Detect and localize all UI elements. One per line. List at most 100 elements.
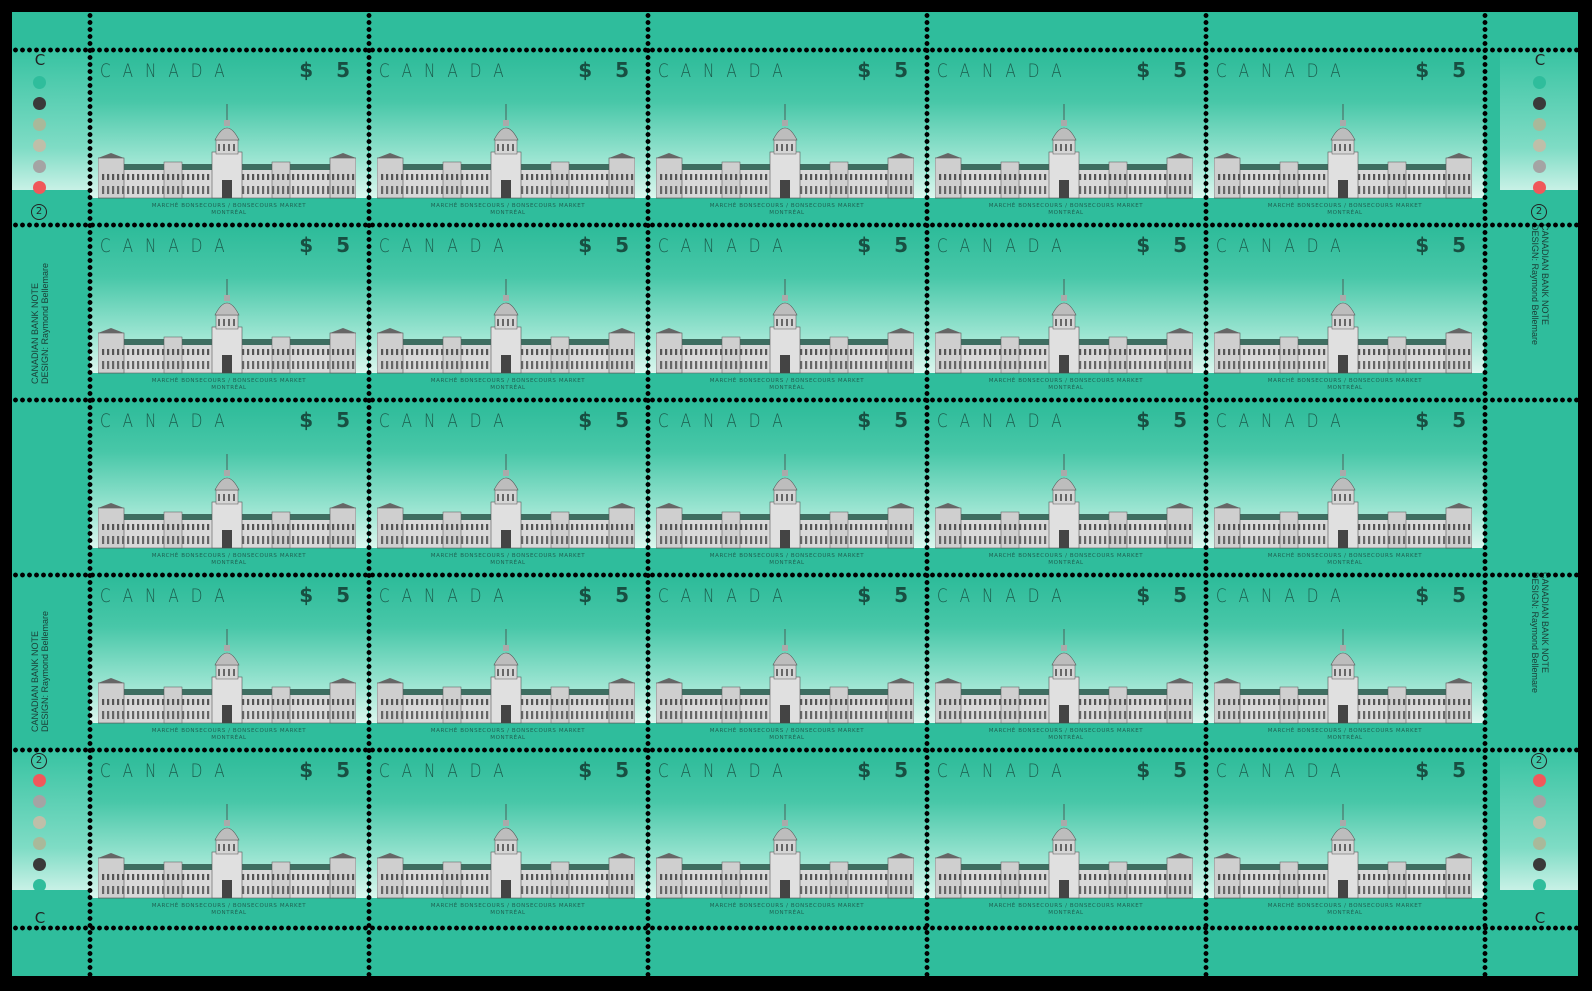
stamp: CANADA $ 5 MARCHÉ BONSECOURS / BONSECOUR… (90, 400, 368, 578)
perforation-vertical (924, 12, 930, 976)
color-register-dot (1533, 858, 1546, 871)
stamp-building (1213, 104, 1473, 200)
stamp-caption-city: MONTRÉAL (769, 735, 805, 741)
stamp-country: CANADA (658, 760, 795, 782)
stamp-country: CANADA (937, 585, 1074, 607)
stamp-caption-city: MONTRÉAL (769, 910, 805, 916)
stamp-caption-title: MARCHÉ BONSECOURS / BONSECOURS MARKET (151, 203, 307, 209)
stamp-caption-title: MARCHÉ BONSECOURS / BONSECOURS MARKET (988, 903, 1144, 909)
sheet-margin-top (12, 12, 1578, 50)
stamp: CANADA $ 5 MARCHÉ BONSECOURS / BONSECOUR… (927, 575, 1205, 753)
stamp-caption-city: MONTRÉAL (490, 560, 526, 566)
stamp-denomination: $ 5 (1415, 233, 1474, 257)
stamp-denomination: $ 5 (1136, 583, 1195, 607)
printer-imprint-left-upper: CANADIAN BANK NOTE DESIGN: Raymond Belle… (30, 224, 50, 384)
stamp: CANADA $ 5 MARCHÉ BONSECOURS / BONSECOUR… (648, 225, 926, 403)
perforation-vertical (87, 12, 93, 976)
stamp-country: CANADA (1216, 235, 1353, 257)
stamp-caption-city: MONTRÉAL (211, 385, 247, 391)
stamp-caption-title: MARCHÉ BONSECOURS / BONSECOURS MARKET (709, 728, 865, 734)
stamp-caption-city: MONTRÉAL (211, 735, 247, 741)
stamp-denomination: $ 5 (578, 758, 637, 782)
stamp-caption-city: MONTRÉAL (1327, 910, 1363, 916)
stamp-building (934, 279, 1194, 375)
perforation-vertical (645, 12, 651, 976)
stamp-caption-title: MARCHÉ BONSECOURS / BONSECOURS MARKET (151, 378, 307, 384)
color-register-dot (1533, 76, 1546, 89)
perforation-horizontal (12, 572, 1578, 578)
printer-imprint-right-lower: CANADIAN BANK NOTE DESIGN: Raymond Belle… (1530, 572, 1550, 732)
stamp-denomination: $ 5 (578, 408, 637, 432)
designer-name: DESIGN: Raymond Bellemare (1530, 224, 1540, 346)
stamp: CANADA $ 5 MARCHÉ BONSECOURS / BONSECOUR… (369, 225, 647, 403)
stamp-caption-title: MARCHÉ BONSECOURS / BONSECOURS MARKET (430, 203, 586, 209)
color-register-dot (33, 879, 46, 892)
printer-name: CANADIAN BANK NOTE (1540, 572, 1550, 674)
color-register-dot (33, 139, 46, 152)
stamp: CANADA $ 5 MARCHÉ BONSECOURS / BONSECOUR… (1206, 400, 1484, 578)
stamp-building (934, 104, 1194, 200)
color-register-dot (1533, 795, 1546, 808)
plate-number-bottom-right: 2 (1531, 753, 1547, 769)
margin-band-bottom-left (12, 750, 90, 890)
stamp-caption-title: MARCHÉ BONSECOURS / BONSECOURS MARKET (151, 553, 307, 559)
stamp-country: CANADA (937, 235, 1074, 257)
bonsecours-market-illustration (655, 279, 915, 374)
stamp-denomination: $ 5 (857, 233, 916, 257)
stamp-building (376, 104, 636, 200)
stamp-caption-title: MARCHÉ BONSECOURS / BONSECOURS MARKET (988, 203, 1144, 209)
color-register-bottom-left: C (30, 752, 50, 932)
stamp-caption-city: MONTRÉAL (1327, 385, 1363, 391)
stamp-denomination: $ 5 (299, 408, 358, 432)
stamp-country: CANADA (379, 585, 516, 607)
stamp-denomination: $ 5 (857, 58, 916, 82)
color-register-dot (1533, 118, 1546, 131)
stamp-country: CANADA (379, 60, 516, 82)
stamp-building (376, 279, 636, 375)
stamp-building (655, 629, 915, 725)
stamp-caption-title: MARCHÉ BONSECOURS / BONSECOURS MARKET (709, 553, 865, 559)
stamp-denomination: $ 5 (1136, 408, 1195, 432)
stamp-caption-title: MARCHÉ BONSECOURS / BONSECOURS MARKET (1267, 378, 1423, 384)
bonsecours-market-illustration (97, 629, 357, 724)
stamp-country: CANADA (937, 760, 1074, 782)
stamp-country: CANADA (379, 760, 516, 782)
stamp-caption-city: MONTRÉAL (490, 385, 526, 391)
stamp-building (1213, 279, 1473, 375)
perforation-horizontal (12, 747, 1578, 753)
bonsecours-market-illustration (934, 104, 1194, 199)
designer-name: DESIGN: Raymond Bellemare (1530, 572, 1540, 694)
stamp-building (655, 279, 915, 375)
stamp-building (934, 629, 1194, 725)
stamp: CANADA $ 5 MARCHÉ BONSECOURS / BONSECOUR… (1206, 225, 1484, 403)
stamp-denomination: $ 5 (857, 583, 916, 607)
color-register-dot (1533, 97, 1546, 110)
stamp-sheet: CANADA $ 5 MARCHÉ BONSECOURS / BONSECOUR… (12, 12, 1578, 976)
bonsecours-market-illustration (376, 104, 636, 199)
stamp-building (934, 804, 1194, 900)
color-register-dot (33, 181, 46, 194)
perforation-horizontal (12, 222, 1578, 228)
color-register-dot (1533, 879, 1546, 892)
bonsecours-market-illustration (97, 454, 357, 549)
stamp-building (376, 454, 636, 550)
printer-name: CANADIAN BANK NOTE (1540, 224, 1550, 326)
stamp-caption-city: MONTRÉAL (1048, 210, 1084, 216)
stamp-denomination: $ 5 (857, 408, 916, 432)
stamp-building (97, 804, 357, 900)
color-register-dot (33, 858, 46, 871)
stamp: CANADA $ 5 MARCHÉ BONSECOURS / BONSECOUR… (927, 400, 1205, 578)
bonsecours-market-illustration (655, 104, 915, 199)
bonsecours-market-illustration (97, 279, 357, 374)
stamp-denomination: $ 5 (299, 58, 358, 82)
stamp-building (97, 629, 357, 725)
color-register-dot (1533, 816, 1546, 829)
stamp-country: CANADA (937, 410, 1074, 432)
stamp-caption-title: MARCHÉ BONSECOURS / BONSECOURS MARKET (1267, 203, 1423, 209)
stamp: CANADA $ 5 MARCHÉ BONSECOURS / BONSECOUR… (369, 400, 647, 578)
color-register-dot (33, 118, 46, 131)
stamp-caption-city: MONTRÉAL (1048, 385, 1084, 391)
bonsecours-market-illustration (1213, 104, 1473, 199)
stamp-country: CANADA (379, 410, 516, 432)
stamp-caption-title: MARCHÉ BONSECOURS / BONSECOURS MARKET (1267, 903, 1423, 909)
